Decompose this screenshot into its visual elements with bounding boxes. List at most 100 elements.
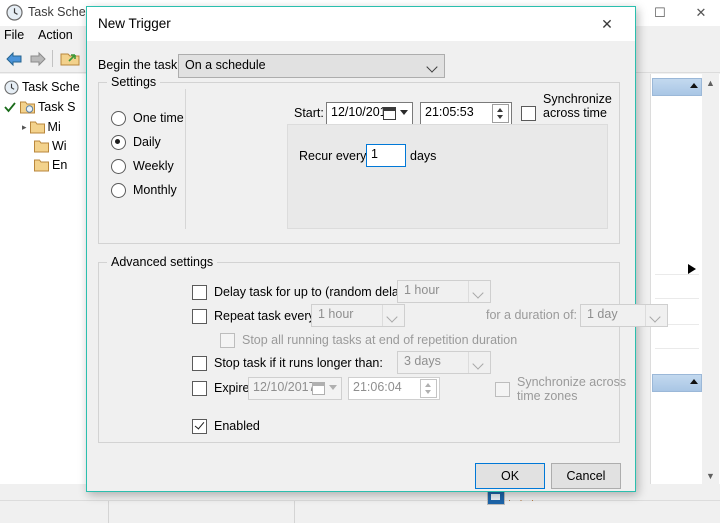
checkbox-label: Delay task for up to (random delay): — [214, 285, 413, 299]
divider — [655, 274, 699, 275]
tree-item-windows[interactable]: Wi — [34, 137, 67, 155]
menu-item-action[interactable]: Action — [38, 28, 73, 42]
checkbox-indicator — [521, 105, 536, 121]
stop-repetition-checkbox[interactable]: Stop all running tasks at end of repetit… — [220, 332, 517, 348]
folder-icon — [29, 121, 45, 134]
tree-item-task-scheduler[interactable]: Task Sche — [4, 78, 80, 96]
status-bar — [0, 500, 720, 523]
check-icon — [4, 102, 16, 113]
radio-daily[interactable]: Daily — [111, 133, 161, 151]
radio-monthly[interactable]: Monthly — [111, 181, 177, 199]
checkbox-indicator — [192, 355, 207, 371]
cancel-button[interactable]: Cancel — [551, 463, 621, 489]
spinner-up-icon[interactable] — [497, 108, 503, 112]
start-time-value: 21:05:53 — [425, 105, 474, 119]
checkbox-indicator — [220, 332, 235, 348]
close-icon: ✕ — [695, 5, 707, 20]
radio-indicator — [111, 158, 126, 174]
chevron-down-icon — [472, 287, 484, 299]
start-date-input[interactable]: 12/10/2016 — [326, 102, 413, 125]
divider — [655, 348, 699, 349]
spinner-down-icon[interactable] — [497, 115, 503, 119]
radio-label: Daily — [133, 135, 161, 149]
radio-label: One time — [133, 111, 184, 125]
clock-icon — [6, 4, 23, 21]
sync-time-zones-checkbox[interactable]: Synchronize across time zones — [521, 92, 635, 134]
recur-every-input[interactable]: 1 — [366, 144, 406, 167]
tree-item-label: En — [52, 158, 68, 172]
checkbox-indicator — [192, 418, 207, 434]
calendar-icon[interactable] — [383, 107, 396, 120]
start-time-input[interactable]: 21:05:53 — [420, 102, 512, 125]
chevron-down-icon — [472, 358, 484, 370]
settings-legend: Settings — [111, 75, 157, 89]
back-arrow-icon[interactable] — [4, 50, 24, 68]
chevron-right-icon[interactable]: ▸ — [22, 122, 27, 133]
menu-item-file[interactable]: File — [4, 28, 24, 42]
radio-one-time[interactable]: One time — [111, 109, 184, 127]
delay-task-checkbox[interactable]: Delay task for up to (random delay): — [192, 284, 413, 300]
tree-item-label: Task Sche — [22, 80, 80, 94]
vertical-scrollbar[interactable]: ▲ ▼ — [702, 74, 719, 484]
expire-sync-time-zones-checkbox[interactable]: Synchronize across time zones — [495, 375, 635, 403]
delay-duration-combo[interactable]: 1 hour — [397, 280, 491, 303]
expire-checkbox[interactable]: Expire: — [192, 380, 253, 396]
expire-date-input[interactable]: 12/10/2017 — [248, 377, 342, 400]
forward-arrow-icon[interactable] — [28, 50, 48, 68]
delay-duration-value: 1 hour — [404, 283, 440, 297]
toolbar-separator — [52, 50, 53, 67]
spinner-down-icon — [425, 390, 431, 394]
recurrence-panel — [287, 124, 608, 229]
recur-every-value: 1 — [371, 146, 378, 161]
chevron-down-icon[interactable] — [400, 110, 408, 115]
divider — [645, 305, 646, 326]
repeat-interval-value: 1 hour — [318, 307, 354, 321]
begin-task-value: On a schedule — [185, 58, 266, 72]
calendar-icon — [312, 382, 325, 395]
folder-icon — [34, 140, 49, 153]
repeat-task-checkbox[interactable]: Repeat task every: — [192, 308, 318, 324]
new-trigger-dialog: New Trigger ✕ Begin the task: On a sched… — [86, 6, 668, 492]
expire-time-input[interactable]: 21:06:04 — [348, 377, 440, 400]
tree-item-task-scheduler-library[interactable]: Task S — [4, 98, 76, 116]
maximize-button[interactable]: ☐ — [645, 2, 675, 24]
radio-weekly[interactable]: Weekly — [111, 157, 174, 175]
duration-combo[interactable]: 1 day — [580, 304, 668, 327]
tree-item-label: Task S — [38, 100, 76, 114]
actions-pane-section-header[interactable] — [652, 374, 702, 392]
tree-item-label: Mi — [47, 120, 61, 134]
divider — [108, 501, 109, 523]
radio-indicator — [111, 182, 126, 198]
time-spinner — [420, 379, 437, 398]
dialog-close-icon[interactable]: ✕ — [590, 11, 624, 37]
tree-item-enterprise[interactable]: En — [34, 156, 67, 174]
spinner-up-icon — [425, 383, 431, 387]
stop-task-longer-combo[interactable]: 3 days — [397, 351, 491, 374]
settings-divider — [185, 89, 186, 229]
close-button[interactable]: ✕ — [686, 2, 716, 24]
dialog-titlebar: New Trigger ✕ — [87, 7, 635, 41]
divider — [468, 281, 469, 302]
scroll-up-icon[interactable]: ▲ — [702, 74, 719, 91]
expire-date-value: 12/10/2017 — [253, 380, 316, 394]
duration-label: for a duration of: — [486, 308, 578, 322]
stop-task-longer-checkbox[interactable]: Stop task if it runs longer than: — [192, 355, 383, 371]
radio-indicator — [111, 134, 126, 150]
checkbox-label: Stop all running tasks at end of repetit… — [242, 333, 518, 347]
taskbar-app-icon[interactable] — [487, 490, 505, 505]
tree-item-microsoft[interactable]: ▸ Mi — [22, 118, 61, 136]
time-spinner[interactable] — [492, 104, 509, 123]
repeat-interval-combo[interactable]: 1 hour — [311, 304, 405, 327]
chevron-down-icon — [329, 385, 337, 390]
checkbox-label: Synchronize across time zones — [517, 375, 627, 403]
checkbox-indicator — [192, 284, 207, 300]
ok-button[interactable]: OK — [475, 463, 545, 489]
chevron-up-icon — [690, 83, 698, 88]
actions-pane-section-header[interactable] — [652, 78, 702, 96]
chevron-down-icon — [649, 311, 661, 323]
new-folder-icon[interactable] — [60, 50, 80, 68]
radio-label: Monthly — [133, 183, 177, 197]
tree-item-label: Wi — [52, 139, 67, 153]
scroll-down-icon[interactable]: ▼ — [702, 467, 719, 484]
enabled-checkbox[interactable]: Enabled — [192, 418, 260, 434]
